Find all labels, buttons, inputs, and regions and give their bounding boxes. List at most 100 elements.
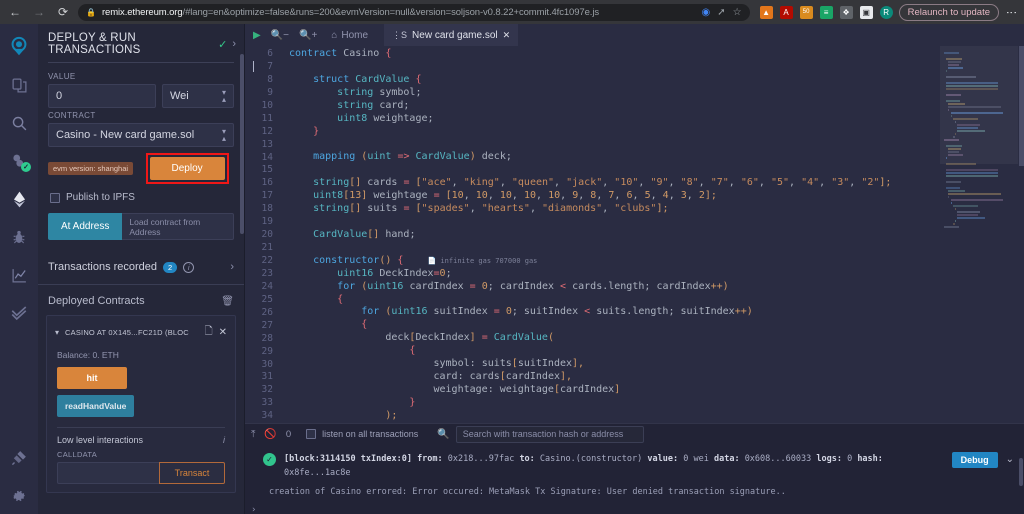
deploy-button[interactable]: Deploy bbox=[149, 157, 225, 180]
forward-arrow-icon[interactable]: → bbox=[30, 3, 48, 21]
search-icon[interactable] bbox=[0, 104, 38, 142]
compile-success-badge: ✓ bbox=[21, 162, 31, 172]
home-tab-label: Home bbox=[341, 29, 369, 41]
close-icon[interactable]: ✕ bbox=[503, 30, 511, 41]
puzzle-extensions-icon[interactable]: ❖ bbox=[839, 5, 853, 19]
panel-header: DEPLOY & RUN TRANSACTIONS ✓ › bbox=[38, 24, 244, 60]
remix-logo[interactable] bbox=[0, 28, 38, 66]
trash-icon[interactable]: 🗑 bbox=[221, 296, 234, 307]
contract-select[interactable]: Casino - New card game.sol ▾ ▴ bbox=[48, 123, 234, 147]
chevron-right-icon[interactable]: › bbox=[230, 261, 234, 273]
terminal-scrollbar[interactable] bbox=[1019, 458, 1023, 486]
terminal-prompt[interactable]: › bbox=[245, 497, 1024, 514]
debugger-bug-icon[interactable] bbox=[0, 218, 38, 256]
listen-all-transactions-label: listen on all transactions bbox=[322, 429, 419, 439]
code-editor[interactable]: 6 7 8 9 10 11 12 13 14 15 16 17 18 19 20 21 22 23 24 25 26 27… bbox=[245, 46, 1024, 423]
zoom-in-icon[interactable]: 🔍+ bbox=[299, 30, 317, 41]
pdf-extension-icon[interactable]: A bbox=[779, 5, 793, 19]
value-unit-select[interactable]: Wei ▾ ▴ bbox=[162, 84, 234, 108]
editor-vertical-scrollbar[interactable] bbox=[1019, 46, 1024, 166]
zoom-out-icon[interactable]: 🔍− bbox=[271, 30, 289, 41]
search-input[interactable]: Search with transaction hash or address bbox=[455, 425, 644, 443]
back-arrow-icon[interactable]: ← bbox=[6, 3, 24, 21]
page-title: DEPLOY & RUN TRANSACTIONS bbox=[48, 32, 141, 56]
search-icon[interactable]: 🔍 bbox=[437, 429, 449, 440]
deploy-run-icon[interactable] bbox=[0, 180, 38, 218]
address-bar[interactable]: 🔒 remix.ethereum.org/#lang=en&optimize=f… bbox=[78, 3, 750, 21]
status-badge: ✓ bbox=[263, 453, 276, 466]
log-block-label: [block:3114150 txIndex:0] bbox=[284, 454, 412, 464]
publish-to-ipfs-row[interactable]: Publish to IPFS bbox=[38, 184, 244, 203]
chevron-down-icon[interactable]: ⌄ bbox=[1006, 454, 1014, 465]
file-explorer-icon[interactable] bbox=[0, 66, 38, 104]
solidity-compiler-icon[interactable]: ✓ bbox=[0, 142, 38, 180]
avatar[interactable]: R bbox=[879, 5, 893, 19]
value-input[interactable]: 0 bbox=[48, 84, 156, 108]
load-contract-address-input[interactable]: Load contract from Address bbox=[122, 213, 234, 240]
value-row: 0 Wei ▾ ▴ bbox=[38, 84, 244, 108]
relaunch-to-update-button[interactable]: Relaunch to update bbox=[898, 3, 999, 21]
publish-ipfs-checkbox[interactable] bbox=[50, 192, 60, 203]
tab-new-card-game-sol[interactable]: ⋮S New card game.sol ✕ bbox=[384, 24, 519, 46]
chevron-right-icon[interactable]: › bbox=[232, 38, 236, 50]
transaction-error-message: creation of Casino errored: Error occure… bbox=[269, 487, 786, 497]
close-icon[interactable]: ✕ bbox=[219, 327, 227, 338]
main-area: ▶ 🔍− 🔍+ ⌂ Home ⋮S New card game.sol ✕ 67… bbox=[245, 24, 1024, 514]
info-icon[interactable]: i bbox=[183, 261, 195, 273]
panel-scrollbar[interactable] bbox=[240, 54, 244, 234]
log-logs-key: logs: bbox=[816, 454, 842, 464]
lock-icon: 🔒 bbox=[86, 7, 96, 17]
terminal-toolbar: ⤒ 🚫 0 listen on all transactions 🔍 Searc… bbox=[245, 423, 1024, 444]
transaction-log-text: [block:3114150 txIndex:0] from: 0x218...… bbox=[284, 452, 944, 480]
plugin-manager-plug-icon[interactable] bbox=[0, 438, 38, 476]
contract-card-header[interactable]: ▾ CASINO AT 0X145...FC21D (BLOC 🗋 ✕ bbox=[55, 324, 227, 341]
transactions-recorded-section[interactable]: Transactions recorded 2 i › bbox=[38, 248, 244, 285]
share-icon[interactable]: ➚ bbox=[717, 7, 725, 18]
wallet-extension-icon[interactable]: ≡ bbox=[819, 5, 833, 19]
low-level-interactions-row: Low level interactions i bbox=[55, 435, 227, 445]
copy-icon[interactable]: 🗋 bbox=[205, 324, 213, 341]
log-value-key: value: bbox=[647, 454, 679, 464]
listen-all-transactions-row[interactable]: listen on all transactions bbox=[306, 429, 418, 439]
minimap-viewport-slider[interactable] bbox=[940, 46, 1018, 164]
google-lens-icon[interactable]: ◉ bbox=[702, 7, 711, 18]
transact-button[interactable]: Transact bbox=[159, 462, 225, 484]
clear-console-icon[interactable]: ⤒ bbox=[251, 429, 255, 440]
gas-tracker-extension-icon[interactable]: 50 bbox=[799, 5, 813, 19]
extensions-row: ▲ A 50 ≡ ❖ ▣ R bbox=[756, 5, 893, 19]
star-icon[interactable]: ☆ bbox=[733, 7, 742, 18]
no-entry-icon[interactable]: 🚫 bbox=[264, 429, 276, 440]
calldata-input[interactable] bbox=[57, 462, 159, 484]
analytics-chart-icon[interactable] bbox=[0, 256, 38, 294]
unit-testing-check-icon[interactable] bbox=[0, 294, 38, 332]
terminal-search-wrap: 🔍 Search with transaction hash or addres… bbox=[437, 425, 644, 443]
log-value-value: 0 wei bbox=[683, 454, 709, 464]
info-icon[interactable]: i bbox=[223, 435, 225, 445]
code-content[interactable]: contract Casino { struct CardValue { str… bbox=[281, 46, 1024, 423]
run-script-icon[interactable]: ▶ bbox=[253, 30, 261, 41]
reload-icon[interactable]: ⟳ bbox=[54, 3, 72, 21]
url-host: remix.ethereum.org bbox=[101, 6, 183, 18]
settings-gear-icon[interactable] bbox=[0, 476, 38, 514]
side-panel-icon[interactable]: ▣ bbox=[859, 5, 873, 19]
listen-all-transactions-checkbox[interactable] bbox=[306, 429, 317, 439]
url-text: remix.ethereum.org/#lang=en&optimize=fal… bbox=[102, 7, 599, 18]
chevron-down-icon[interactable]: ▾ bbox=[55, 328, 59, 337]
file-tab-label: New card game.sol bbox=[412, 29, 498, 41]
debug-button[interactable]: Debug bbox=[951, 452, 998, 468]
transactions-recorded-label: Transactions recorded bbox=[48, 261, 158, 273]
log-data-key: data: bbox=[713, 454, 740, 464]
transaction-log-row[interactable]: ✓ [block:3114150 txIndex:0] from: 0x218.… bbox=[245, 452, 1024, 480]
calldata-row: Transact bbox=[55, 462, 227, 484]
log-from-key: from: bbox=[417, 454, 443, 464]
tab-home[interactable]: ⌂ Home bbox=[331, 30, 368, 41]
metamask-fox-extension-icon[interactable]: ▲ bbox=[759, 5, 773, 19]
solidity-file-icon: ⋮S bbox=[392, 29, 408, 40]
line-number-gutter: 6 7 8 9 10 11 12 13 14 15 16 17 18 19 20 21 22 23 24 25 26 27… bbox=[261, 48, 273, 422]
hit-function-button[interactable]: hit bbox=[57, 367, 127, 389]
readhandvalue-function-button[interactable]: readHandValue bbox=[57, 395, 135, 417]
at-address-button[interactable]: At Address bbox=[48, 213, 123, 240]
code-minimap[interactable] bbox=[940, 46, 1018, 423]
kebab-menu-icon[interactable]: ⋮ bbox=[1005, 7, 1018, 17]
log-to-value: Casino.(constructor) bbox=[539, 454, 643, 464]
